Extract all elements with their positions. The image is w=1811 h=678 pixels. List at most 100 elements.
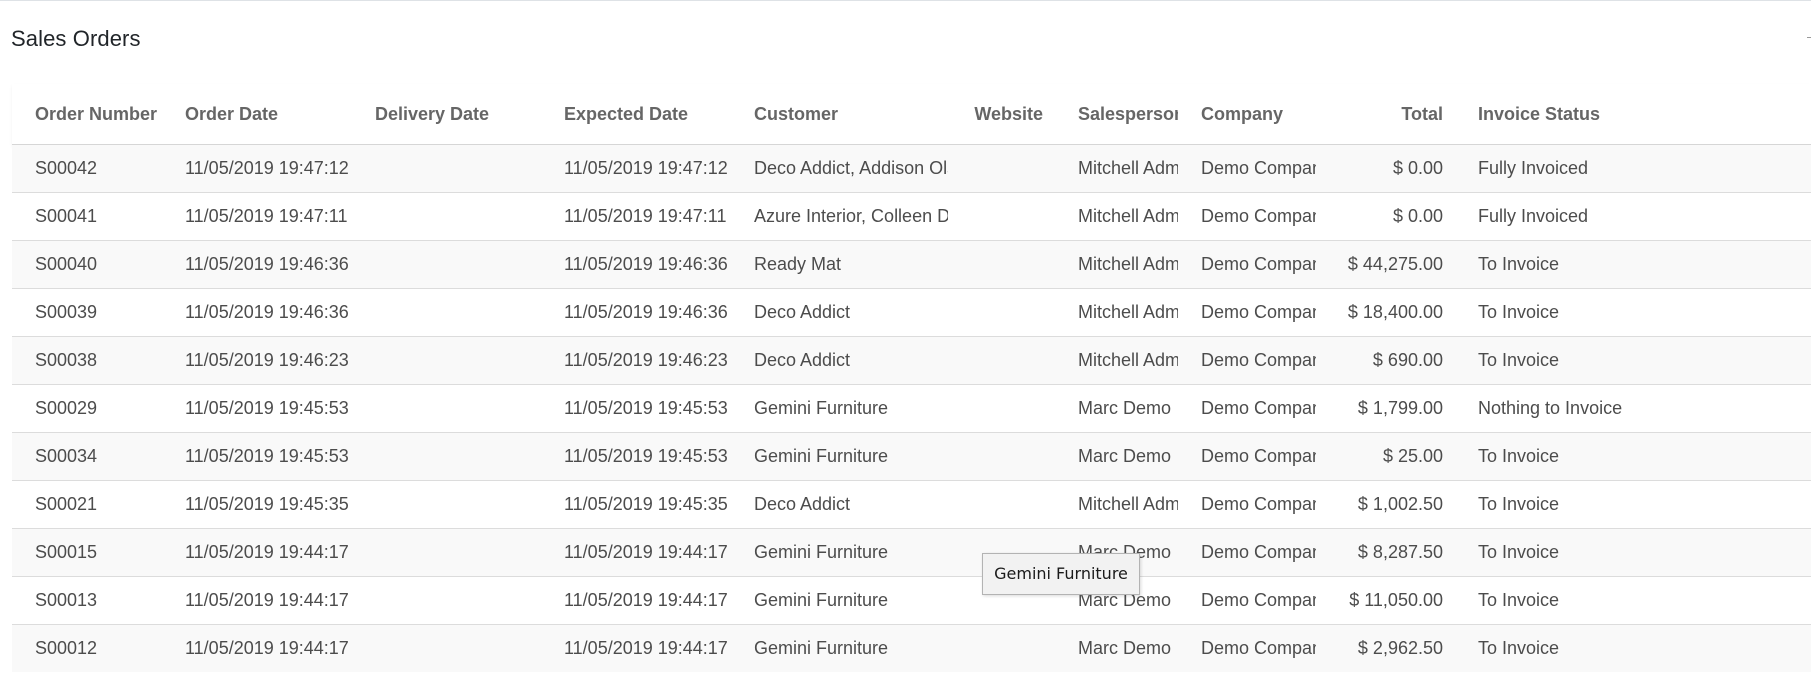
website-cell: [948, 480, 1055, 529]
expected-date-cell: 11/05/2019 19:47:11: [541, 192, 731, 241]
page-title: Sales Orders: [11, 26, 141, 51]
company-cell: Demo Company: [1178, 240, 1316, 289]
total-cell: $ 0.00: [1316, 192, 1455, 241]
company-cell: Demo Company: [1178, 480, 1316, 529]
invoice-status-cell: Fully Invoiced: [1455, 144, 1811, 193]
expected-date-cell: 11/05/2019 19:46:23: [541, 336, 731, 385]
column-header-order-number[interactable]: Order Number: [12, 84, 162, 145]
order-date-cell: 11/05/2019 19:45:53: [162, 432, 352, 481]
invoice-status-cell: Nothing to Invoice: [1455, 384, 1811, 433]
column-header-invoice-status[interactable]: Invoice Status: [1455, 84, 1811, 145]
invoice-status-cell: To Invoice: [1455, 336, 1811, 385]
total-cell: $ 44,275.00: [1316, 240, 1455, 289]
table-row[interactable]: S00021 11/05/2019 19:45:35 11/05/2019 19:4…: [12, 480, 1811, 529]
customer-cell: Ready Mat: [731, 240, 948, 289]
order-number-cell: S00038: [12, 336, 162, 385]
customer-cell: Deco Addict: [731, 480, 948, 529]
expected-date-cell: 11/05/2019 19:46:36: [541, 240, 731, 289]
table-row[interactable]: S00039 11/05/2019 19:46:36 11/05/2019 19:4…: [12, 288, 1811, 337]
website-cell: [948, 288, 1055, 337]
order-number-cell: S00021: [12, 480, 162, 529]
delivery-date-cell: [352, 144, 541, 193]
company-cell: Demo Company: [1178, 432, 1316, 481]
expected-date-cell: 11/05/2019 19:46:36: [541, 288, 731, 337]
column-header-customer[interactable]: Customer: [731, 84, 948, 145]
total-cell: $ 690.00: [1316, 336, 1455, 385]
invoice-status-cell: To Invoice: [1455, 432, 1811, 481]
column-header-delivery-date[interactable]: Delivery Date: [352, 84, 541, 145]
total-cell: $ 2,962.50: [1316, 624, 1455, 672]
column-header-expected-date[interactable]: Expected Date: [541, 84, 731, 145]
table-row[interactable]: S00012 11/05/2019 19:44:17 11/05/2019 19:4…: [12, 624, 1811, 672]
table-row[interactable]: S00015 11/05/2019 19:44:17 11/05/2019 19:4…: [12, 528, 1811, 577]
table-row[interactable]: S00038 11/05/2019 19:46:23 11/05/2019 19:4…: [12, 336, 1811, 385]
order-number-cell: S00041: [12, 192, 162, 241]
salesperson-cell: Mitchell Admin: [1055, 192, 1178, 241]
customer-cell: Gemini Furniture: [731, 624, 948, 672]
table-row[interactable]: S00042 11/05/2019 19:47:12 11/05/2019 19:4…: [12, 144, 1811, 193]
column-header-salesperson[interactable]: Salesperson: [1055, 84, 1178, 145]
invoice-status-cell: To Invoice: [1455, 528, 1811, 577]
top-divider: [0, 0, 1811, 3]
table-row[interactable]: S00041 11/05/2019 19:47:11 11/05/2019 19:4…: [12, 192, 1811, 241]
column-header-company[interactable]: Company: [1178, 84, 1316, 145]
salesperson-cell: Marc Demo: [1055, 384, 1178, 433]
delivery-date-cell: [352, 432, 541, 481]
delivery-date-cell: [352, 240, 541, 289]
website-cell: [948, 192, 1055, 241]
customer-tooltip: Gemini Furniture: [982, 553, 1140, 595]
order-date-cell: 11/05/2019 19:44:17: [162, 624, 352, 672]
column-header-total[interactable]: Total: [1316, 84, 1455, 145]
total-cell: $ 11,050.00: [1316, 576, 1455, 625]
table-row[interactable]: S00013 11/05/2019 19:44:17 11/05/2019 19:4…: [12, 576, 1811, 625]
invoice-status-cell: Fully Invoiced: [1455, 192, 1811, 241]
salesperson-cell: Marc Demo: [1055, 624, 1178, 672]
company-cell: Demo Company: [1178, 288, 1316, 337]
sales-orders-table-wrapper: Order Number Order Date Delivery Date Ex…: [12, 84, 1811, 672]
website-cell: [948, 144, 1055, 193]
corner-tick: [1807, 37, 1811, 38]
delivery-date-cell: [352, 576, 541, 625]
order-number-cell: S00039: [12, 288, 162, 337]
order-date-cell: 11/05/2019 19:45:35: [162, 480, 352, 529]
customer-cell: Gemini Furniture: [731, 528, 948, 577]
website-cell: [948, 336, 1055, 385]
total-cell: $ 0.00: [1316, 144, 1455, 193]
total-cell: $ 18,400.00: [1316, 288, 1455, 337]
website-cell: [948, 384, 1055, 433]
order-number-cell: S00013: [12, 576, 162, 625]
table-row[interactable]: S00040 11/05/2019 19:46:36 11/05/2019 19:4…: [12, 240, 1811, 289]
table-row[interactable]: S00029 11/05/2019 19:45:53 11/05/2019 19:4…: [12, 384, 1811, 433]
salesperson-cell: Mitchell Admin: [1055, 480, 1178, 529]
delivery-date-cell: [352, 336, 541, 385]
customer-cell: Gemini Furniture: [731, 576, 948, 625]
order-date-cell: 11/05/2019 19:47:11: [162, 192, 352, 241]
invoice-status-cell: To Invoice: [1455, 576, 1811, 625]
order-date-cell: 11/05/2019 19:46:36: [162, 240, 352, 289]
company-cell: Demo Company: [1178, 384, 1316, 433]
order-date-cell: 11/05/2019 19:45:53: [162, 384, 352, 433]
salesperson-cell: Mitchell Admin: [1055, 240, 1178, 289]
website-cell: [948, 240, 1055, 289]
column-header-website[interactable]: Website: [948, 84, 1055, 145]
column-header-order-date[interactable]: Order Date: [162, 84, 352, 145]
company-cell: Demo Company: [1178, 192, 1316, 241]
invoice-status-cell: To Invoice: [1455, 240, 1811, 289]
table-row[interactable]: S00034 11/05/2019 19:45:53 11/05/2019 19:4…: [12, 432, 1811, 481]
total-cell: $ 25.00: [1316, 432, 1455, 481]
expected-date-cell: 11/05/2019 19:47:12: [541, 144, 731, 193]
customer-cell: Deco Addict: [731, 336, 948, 385]
delivery-date-cell: [352, 624, 541, 672]
company-cell: Demo Company: [1178, 336, 1316, 385]
customer-cell: Deco Addict: [731, 288, 948, 337]
expected-date-cell: 11/05/2019 19:45:53: [541, 432, 731, 481]
company-cell: Demo Company: [1178, 144, 1316, 193]
sales-orders-page: Sales Orders Order Number Order Date Del…: [0, 0, 1811, 678]
invoice-status-cell: To Invoice: [1455, 624, 1811, 672]
delivery-date-cell: [352, 288, 541, 337]
salesperson-cell: Mitchell Admin: [1055, 336, 1178, 385]
expected-date-cell: 11/05/2019 19:44:17: [541, 576, 731, 625]
salesperson-cell: Mitchell Admin: [1055, 144, 1178, 193]
company-cell: Demo Company: [1178, 624, 1316, 672]
delivery-date-cell: [352, 528, 541, 577]
